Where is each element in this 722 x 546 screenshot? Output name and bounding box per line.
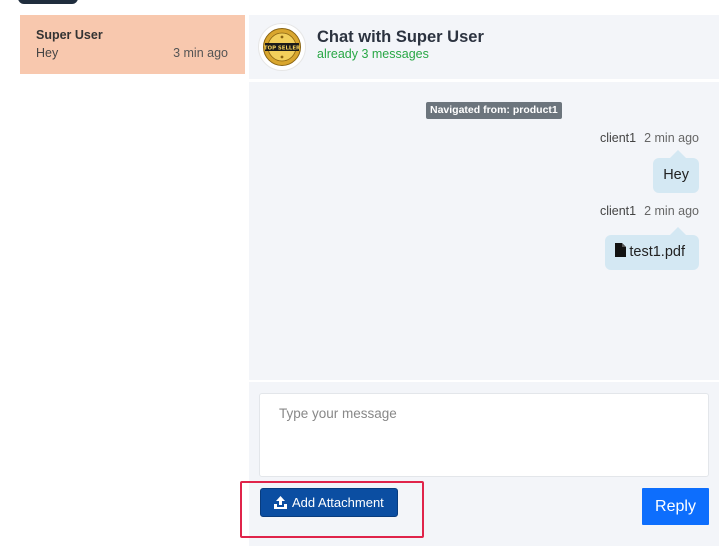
add-attachment-label: Add Attachment <box>292 495 384 510</box>
conversation-time: 3 min ago <box>173 46 228 60</box>
message-time: 2 min ago <box>644 131 699 145</box>
conversation-item-super-user[interactable]: Super User Hey 3 min ago <box>20 15 245 74</box>
avatar: TOP SELLER <box>258 23 306 71</box>
upload-icon <box>274 496 287 509</box>
message-thread: Navigated from: product1 client1 2 min ag… <box>249 82 719 380</box>
chat-header: TOP SELLER Chat with Super User already … <box>249 15 719 79</box>
message-bubble: Hey <box>653 150 699 193</box>
message-time: 2 min ago <box>644 204 699 218</box>
top-seller-badge-icon: TOP SELLER <box>263 28 301 66</box>
chat-title: Chat with Super User <box>317 28 484 46</box>
chat-message-count: already 3 messages <box>317 47 429 61</box>
file-attachment-bubble[interactable]: test1.pdf <box>605 227 699 270</box>
conversation-list: Super User Hey 3 min ago <box>20 15 245 74</box>
conversation-name: Super User <box>36 28 103 42</box>
message-author: client1 <box>599 131 637 145</box>
message-text: Hey <box>663 167 689 183</box>
svg-text:TOP SELLER: TOP SELLER <box>264 45 301 51</box>
message-meta: client1 2 min ago <box>600 204 699 218</box>
add-attachment-button[interactable]: Add Attachment <box>260 488 398 517</box>
navigated-from-badge: Navigated from: product1 <box>426 102 562 119</box>
message-composer: Add Attachment Reply <box>249 382 719 546</box>
file-icon <box>615 243 627 257</box>
message-meta: client1 2 min ago <box>600 131 699 145</box>
file-name-link[interactable]: test1.pdf <box>629 244 685 260</box>
message-author: client1 <box>599 204 637 218</box>
conversation-preview: Hey <box>36 46 59 60</box>
message-input[interactable] <box>259 393 709 477</box>
reply-button[interactable]: Reply <box>642 488 709 525</box>
page-heading-fragment <box>18 0 78 4</box>
